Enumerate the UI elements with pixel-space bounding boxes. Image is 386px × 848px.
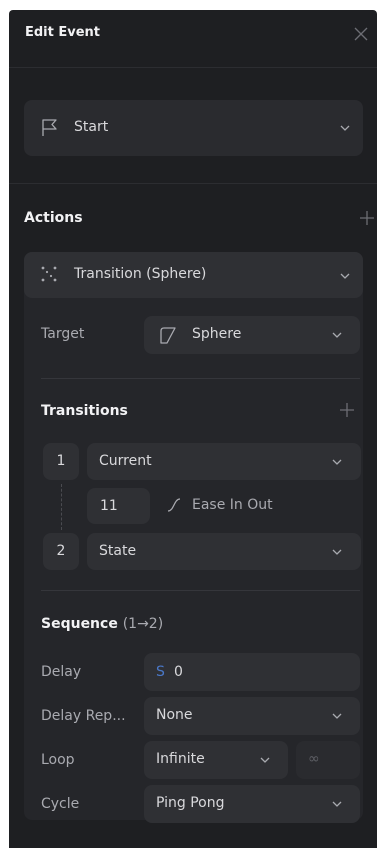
delay-input[interactable]: S 0 <box>144 653 360 691</box>
transition-icon <box>41 266 57 282</box>
sequence-title-text: Sequence <box>41 616 118 632</box>
chevron-down-icon <box>332 332 342 338</box>
panel-title: Edit Event <box>25 25 101 40</box>
action-select[interactable]: Transition (Sphere) <box>24 252 363 298</box>
sequence-range: (1→2) <box>122 616 164 632</box>
add-action-icon[interactable] <box>359 210 375 226</box>
flag-icon <box>42 119 57 136</box>
transition-state-select[interactable]: Current <box>87 443 361 480</box>
transitions-title: Transitions <box>41 403 128 419</box>
edit-event-panel: Edit Event Start Actions Transition (Sph… <box>9 10 377 848</box>
cycle-select[interactable]: Ping Pong <box>144 785 360 823</box>
chevron-down-icon <box>260 757 270 763</box>
transition-number: 2 <box>43 533 79 570</box>
chevron-down-icon <box>340 125 350 131</box>
transition-state-value: Current <box>99 453 152 469</box>
actions-title: Actions <box>24 210 83 226</box>
loop-value: Infinite <box>156 751 205 767</box>
divider <box>41 378 360 379</box>
chevron-down-icon <box>332 801 342 807</box>
delay-value: 0 <box>174 664 183 680</box>
action-card: Target Sphere Transitions 1 Current 11 E… <box>24 252 363 823</box>
action-label: Transition (Sphere) <box>74 266 207 282</box>
cycle-value: Ping Pong <box>156 795 225 811</box>
close-icon[interactable] <box>353 26 369 42</box>
transition-state-value: State <box>99 543 137 559</box>
trigger-select[interactable]: Start <box>24 100 363 156</box>
chevron-down-icon <box>332 459 342 465</box>
delay-repeat-select[interactable]: None <box>144 697 360 735</box>
loop-count-placeholder: ∞ <box>308 751 320 767</box>
cycle-label: Cycle <box>41 796 80 812</box>
target-label: Target <box>41 326 85 342</box>
loop-label: Loop <box>41 752 75 768</box>
chevron-down-icon <box>332 713 342 719</box>
chevron-down-icon <box>340 273 350 279</box>
delay-repeat-label: Delay Rep... <box>41 708 126 724</box>
trigger-label: Start <box>74 119 109 135</box>
target-select[interactable]: Sphere <box>144 316 360 354</box>
transition-connector <box>61 484 62 530</box>
delay-repeat-value: None <box>156 707 193 723</box>
loop-select[interactable]: Infinite <box>144 741 288 779</box>
panel-header: Edit Event <box>9 10 377 68</box>
chevron-down-icon <box>332 549 342 555</box>
easing-label[interactable]: Ease In Out <box>192 497 273 513</box>
delay-label: Delay <box>41 664 82 680</box>
delay-unit: S <box>156 664 165 680</box>
transition-state-select[interactable]: State <box>87 533 361 570</box>
duration-input[interactable]: 11 <box>87 488 150 524</box>
transition-number: 1 <box>43 443 79 480</box>
loop-count-input[interactable]: ∞ <box>296 741 360 779</box>
duration-value: 11 <box>100 498 118 514</box>
target-value: Sphere <box>192 326 242 342</box>
sequence-title: Sequence (1→2) <box>41 616 163 632</box>
trigger-section: Start <box>9 68 377 184</box>
shape-icon <box>160 327 176 344</box>
divider <box>41 590 360 591</box>
add-transition-icon[interactable] <box>339 402 355 418</box>
ease-curve-icon <box>167 498 181 512</box>
